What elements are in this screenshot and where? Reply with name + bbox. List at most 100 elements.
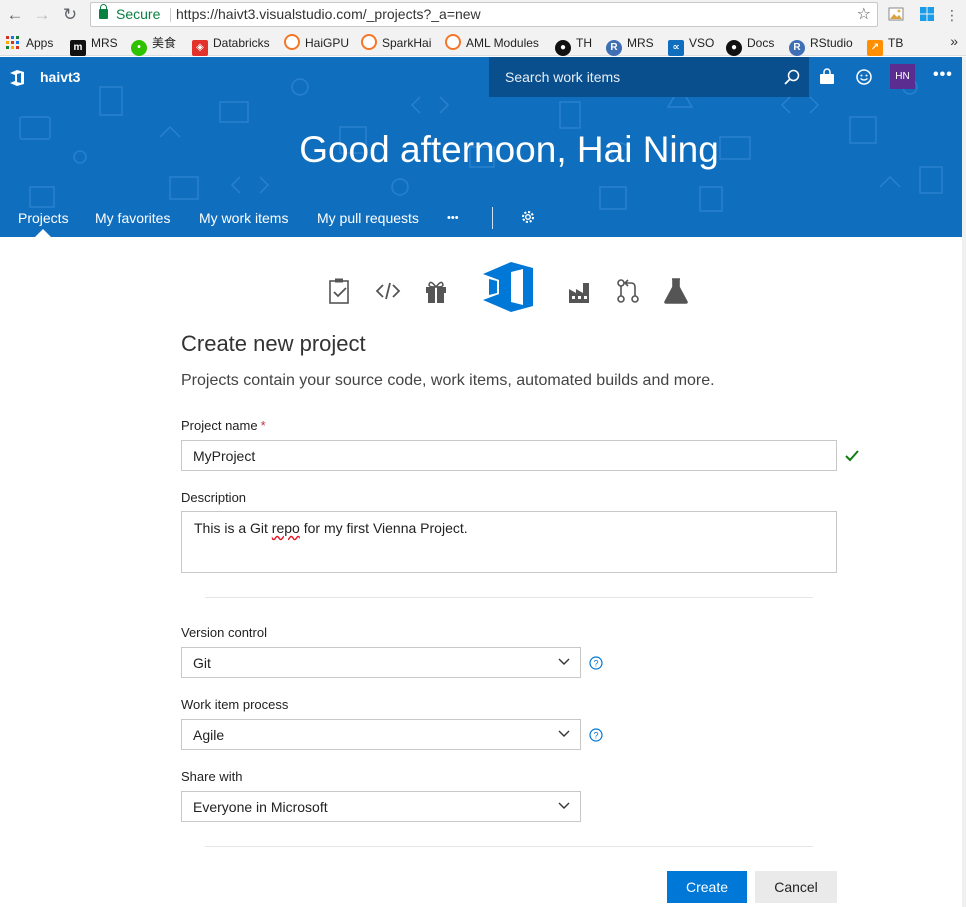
create-button[interactable]: Create [667,871,747,903]
bookmark-haigpu[interactable]: HaiGPU [284,34,349,52]
bookmark-apps[interactable]: Apps [6,34,53,52]
bookmark-mrs[interactable]: m MRS [70,34,118,56]
description-misspelled-word: repo [271,520,300,536]
bookmark-rstudio[interactable]: R RStudio [789,34,853,56]
work-items-clipboard-icon [329,278,349,304]
gift-icon [426,281,446,303]
cancel-button[interactable]: Cancel [755,871,837,903]
github-icon: ● [726,40,742,56]
page-subtitle: Projects contain your source code, work … [181,372,715,389]
test-flask-icon [664,278,688,304]
build-factory-icon [569,283,589,303]
jupyter-icon [284,34,300,50]
back-arrow-icon[interactable]: ← [4,4,26,26]
browser-menu-icon[interactable]: ⋮ [941,4,963,26]
section-divider [205,597,813,598]
hero-header: haivt3 Search work items HN ••• Good aft… [0,57,962,237]
bookmark-sparkhai[interactable]: SparkHai [361,34,431,52]
r-icon: R [606,40,622,56]
bookmark-label: Databricks [213,36,270,50]
tensorboard-icon: ↗ [867,40,883,56]
bookmark-label: AML Modules [466,36,539,50]
settings-gear-icon[interactable] [520,209,536,225]
bookmark-tb[interactable]: ↗ TB [867,34,904,56]
bookmark-label: MRS [91,36,118,50]
wechat-icon: • [131,40,147,56]
jupyter-icon [445,34,461,50]
vsts-large-logo-icon [483,262,533,312]
required-marker: * [260,418,266,433]
lock-icon [99,4,108,19]
section-divider [205,846,813,847]
help-icon[interactable]: ? [589,656,603,670]
project-name-input[interactable]: MyProject [181,440,837,471]
bookmark-star-icon[interactable]: ☆ [857,3,871,26]
work-item-process-label: Work item process [181,697,289,712]
bookmark-mrs-r[interactable]: R MRS [606,34,654,56]
secure-label: Secure [116,6,161,22]
bookmark-docs[interactable]: ● Docs [726,34,774,56]
shopping-bag-icon[interactable] [818,68,836,86]
description-text-end: for my first Vienna Project. [299,520,468,536]
tab-divider [492,207,493,229]
bookmark-label: TB [888,36,904,50]
bookmark-label: 美食 [152,36,177,50]
page-scrollbar[interactable] [962,57,966,907]
work-item-process-value: Agile [193,727,225,743]
bookmark-aml-modules[interactable]: AML Modules [445,34,539,52]
more-options-icon[interactable]: ••• [933,66,953,84]
bookmark-label: SparkHai [382,36,432,50]
project-name-label-text: Project name [181,418,258,433]
description-label: Description [181,490,247,505]
tab-my-work-items[interactable]: My work items [199,210,288,226]
description-text-start: This is a Git [194,520,272,536]
version-control-value: Git [193,655,211,671]
tabs-more-icon[interactable]: ••• [447,212,459,224]
reload-icon[interactable]: ↻ [59,4,81,26]
share-with-label: Share with [181,769,243,784]
bookmark-label: MRS [627,36,654,50]
account-name[interactable]: haivt3 [40,69,80,85]
help-icon[interactable]: ? [589,728,603,742]
bookmark-label: VSO [689,36,715,50]
vso-icon: ∝ [668,40,684,56]
smiley-feedback-icon[interactable] [855,68,873,86]
chevron-down-icon [558,658,570,665]
vsts-logo-icon[interactable] [8,69,26,87]
chevron-down-icon [558,730,570,737]
share-with-value: Everyone in Microsoft [193,799,328,815]
m-icon: m [70,40,86,56]
forward-arrow-icon[interactable]: → [31,4,53,26]
description-textarea[interactable]: This is a Git repo for my first Vienna P… [181,511,837,573]
tab-my-favorites[interactable]: My favorites [95,210,170,226]
bookmark-th[interactable]: ● TH [555,34,592,56]
windows-extension-icon[interactable] [919,6,935,22]
bookmark-label: RStudio [810,36,853,50]
search-box[interactable]: Search work items [489,57,809,97]
bookmark-databricks[interactable]: ◈ Databricks [192,34,270,56]
svg-text:?: ? [593,659,598,669]
tab-projects[interactable]: Projects [18,210,69,226]
share-with-select[interactable]: Everyone in Microsoft [181,791,581,822]
valid-checkmark-icon [845,450,859,462]
code-icon [375,282,401,300]
greeting: Good afternoon, Hai Ning [299,129,719,170]
github-icon: ● [555,40,571,56]
browser-toolbar: ← → ↻ Secure https://haivt3.visualstudio… [0,0,966,30]
avatar[interactable]: HN [890,64,915,89]
tab-my-pull-requests[interactable]: My pull requests [317,210,419,226]
image-extension-icon[interactable] [888,6,904,22]
work-item-process-select[interactable]: Agile [181,719,581,750]
chevron-down-icon [558,802,570,809]
search-input[interactable]: Search work items [505,69,620,85]
bookmarks-overflow-button[interactable]: » [950,33,958,49]
url-text[interactable]: https://haivt3.visualstudio.com/_project… [176,3,481,26]
bookmark-food[interactable]: • 美食 [131,34,177,56]
bookmark-vso[interactable]: ∝ VSO [668,34,715,56]
address-bar[interactable]: Secure https://haivt3.visualstudio.com/_… [90,2,878,27]
r-icon: R [789,40,805,56]
search-icon[interactable] [783,68,801,86]
version-control-select[interactable]: Git [181,647,581,678]
active-tab-indicator [35,229,51,237]
address-separator [170,8,171,22]
